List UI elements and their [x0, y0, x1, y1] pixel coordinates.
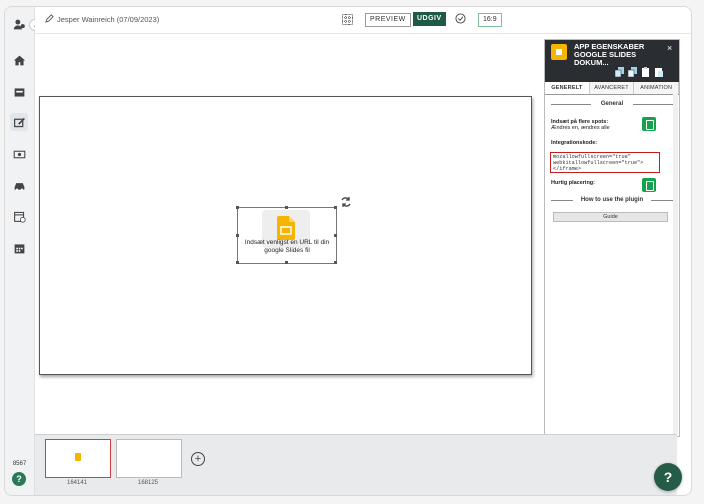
grid-icon[interactable] — [342, 14, 353, 25]
users-icon[interactable] — [10, 15, 28, 33]
resize-handle[interactable] — [285, 206, 288, 209]
paste-icon[interactable] — [654, 64, 663, 77]
schedule-icon[interactable] — [10, 207, 28, 225]
resize-handle[interactable] — [236, 206, 239, 209]
inbox-icon[interactable] — [10, 83, 28, 101]
panel-tabs: GENERELT AVANCERET ANIMATION — [545, 82, 680, 95]
copy-style-icon[interactable] — [627, 64, 637, 78]
google-slides-icon — [75, 453, 81, 461]
guide-button[interactable]: Guide — [553, 212, 668, 222]
tab-general[interactable]: GENERELT — [545, 82, 590, 94]
resize-handle[interactable] — [334, 206, 337, 209]
resize-handle[interactable] — [236, 261, 239, 264]
app-window: ⌄ 8567 ? Jesper Wainreich (07/09/2023) — [4, 6, 692, 496]
google-slides-widget[interactable]: Indsæt venligst en URL til din google Sl… — [236, 206, 337, 264]
slide-id: 168125 — [137, 480, 159, 486]
slide-filmstrip: 164141 168125 + — [35, 434, 677, 495]
tab-animation[interactable]: ANIMATION — [634, 82, 680, 94]
slide-thumbnail[interactable] — [45, 439, 111, 478]
plugin-help-heading: How to use the plugin — [549, 197, 675, 203]
slide-canvas[interactable]: Indsæt venligst en URL til din google Sl… — [39, 96, 532, 375]
multi-post-sublabel: Ændres en, ændres alle — [551, 125, 610, 131]
close-icon[interactable]: × — [667, 43, 672, 53]
google-slides-logo-icon — [551, 44, 567, 60]
aspect-ratio-button[interactable]: 16:9 — [478, 13, 502, 27]
pencil-icon[interactable] — [45, 14, 54, 23]
slide-thumbnail[interactable] — [116, 439, 182, 478]
money-icon[interactable] — [10, 145, 28, 163]
left-sidebar: ⌄ 8567 ? — [5, 7, 41, 495]
resize-handle[interactable] — [334, 234, 337, 237]
author-info: Jesper Wainreich (07/09/2023) — [57, 15, 160, 24]
preview-button[interactable]: PREVIEW — [365, 13, 411, 27]
check-circle-icon[interactable] — [455, 13, 466, 24]
publish-button[interactable]: UDGIV — [413, 12, 446, 26]
edit-page-icon[interactable] — [10, 113, 28, 131]
quick-placement-label: Hurtig placering: — [551, 180, 596, 186]
top-bar: Jesper Wainreich (07/09/2023) PREVIEW UD… — [35, 7, 691, 34]
tab-advanced[interactable]: AVANCERET — [590, 82, 635, 94]
integration-code-label: Integrationskode: — [551, 140, 598, 146]
resize-handle[interactable] — [334, 261, 337, 264]
code-line: </iframe> — [553, 166, 582, 172]
resize-handle[interactable] — [236, 234, 239, 237]
calendar-icon[interactable] — [10, 239, 28, 257]
quick-placement-button[interactable] — [642, 178, 656, 192]
integration-code-field[interactable]: mozallowfullscreen="true" webkitallowful… — [550, 152, 660, 173]
google-slides-icon — [277, 216, 295, 240]
editor-canvas: Indsæt venligst en URL til din google Sl… — [35, 34, 543, 460]
widget-placeholder-text: Indsæt venligst en URL til din google Sl… — [244, 239, 330, 254]
slide-id: 164141 — [66, 480, 88, 486]
properties-panel: APP EGENSKABER GOOGLE SLIDES DOKUM... × … — [544, 39, 680, 437]
add-slide-button[interactable]: + — [191, 452, 205, 466]
vehicle-icon[interactable] — [10, 176, 28, 194]
rotate-icon[interactable] — [340, 196, 352, 208]
help-icon[interactable]: ? — [12, 472, 26, 486]
panel-scrollbar[interactable] — [673, 94, 678, 434]
general-heading: General — [549, 101, 675, 107]
copy-icon[interactable] — [614, 64, 624, 78]
resize-handle[interactable] — [285, 261, 288, 264]
home-icon[interactable] — [10, 51, 28, 69]
multi-post-button[interactable] — [642, 117, 656, 131]
clipboard-icon[interactable] — [641, 64, 650, 77]
panel-header: APP EGENSKABER GOOGLE SLIDES DOKUM... × — [545, 40, 679, 82]
version-number: 8567 — [12, 461, 27, 467]
panel-actions — [614, 64, 663, 78]
help-button[interactable]: ? — [654, 463, 682, 491]
